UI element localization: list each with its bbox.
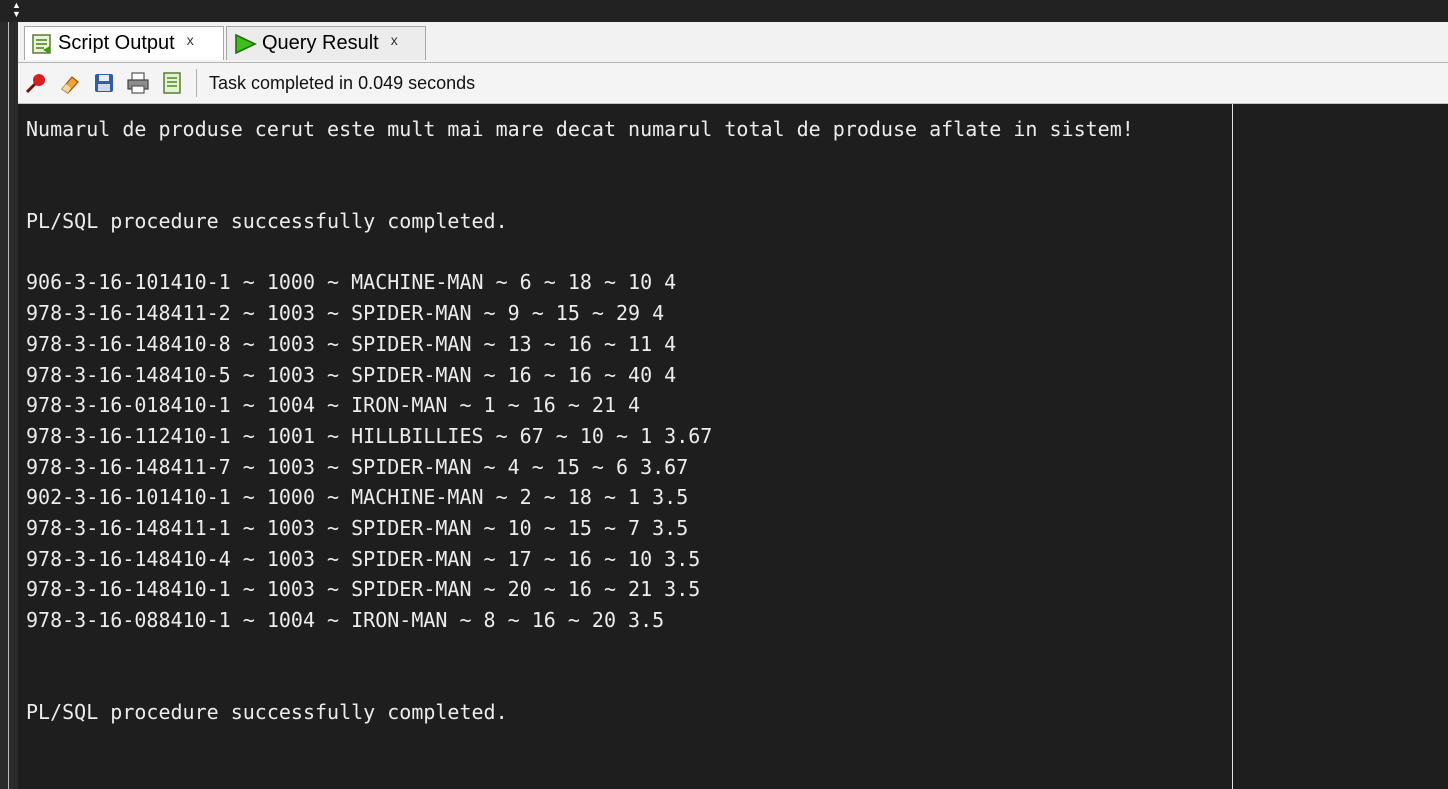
output-line: Numarul de produse cerut este mult mai m… (26, 117, 1134, 141)
close-icon[interactable]: x (187, 33, 194, 47)
output-line: PL/SQL procedure successfully completed. (26, 700, 508, 725)
tab-query-result[interactable]: Query Result x (226, 26, 426, 60)
eraser-icon[interactable] (56, 69, 84, 97)
tab-query-result-label: Query Result (262, 32, 379, 54)
left-gutter (0, 22, 19, 789)
output-line: 978-3-16-112410-1 ~ 1001 ~ HILLBILLIES ~… (26, 423, 713, 448)
toolbar-separator (196, 69, 197, 97)
output-line: 978-3-16-148410-4 ~ 1003 ~ SPIDER-MAN ~ … (26, 546, 701, 571)
output-line: 978-3-16-148410-5 ~ 1003 ~ SPIDER-MAN ~ … (26, 362, 677, 387)
output-line: 978-3-16-088410-1 ~ 1004 ~ IRON-MAN ~ 8 … (26, 608, 665, 632)
output-line: 978-3-16-148411-1 ~ 1003 ~ SPIDER-MAN ~ … (26, 515, 689, 540)
collapse-toggle-icon[interactable]: ▲ ▼ (12, 1, 22, 19)
output-line: 978-3-16-148411-7 ~ 1003 ~ SPIDER-MAN ~ … (26, 454, 689, 479)
run-triangle-icon (233, 33, 257, 55)
output-lines: Numarul de produse cerut este mult mai m… (26, 114, 1134, 728)
script-doc-icon[interactable] (158, 69, 186, 97)
script-output-icon (31, 33, 53, 55)
right-margin-line (1232, 104, 1233, 789)
script-output-area[interactable]: Numarul de produse cerut este mult mai m… (18, 104, 1448, 789)
output-line: 978-3-16-148410-8 ~ 1003 ~ SPIDER-MAN ~ … (26, 331, 677, 356)
output-line: 902-3-16-101410-1 ~ 1000 ~ MACHINE-MAN ~… (26, 485, 689, 510)
tab-script-output[interactable]: Script Output x (24, 26, 224, 60)
output-toolbar: Task completed in 0.049 seconds (18, 63, 1448, 104)
output-line: 978-3-16-018410-1 ~ 1004 ~ IRON-MAN ~ 1 … (26, 393, 641, 418)
output-line: 978-3-16-148410-1 ~ 1003 ~ SPIDER-MAN ~ … (26, 577, 701, 602)
output-line: 978-3-16-148411-2 ~ 1003 ~ SPIDER-MAN ~ … (26, 301, 665, 326)
save-icon[interactable] (90, 69, 118, 97)
output-line: PL/SQL procedure successfully completed. (26, 209, 508, 234)
panel-top-strip: ▲ ▼ (0, 0, 1448, 22)
print-icon[interactable] (124, 69, 152, 97)
tab-script-output-label: Script Output (58, 32, 175, 54)
status-text: Task completed in 0.049 seconds (209, 72, 476, 93)
close-icon[interactable]: x (391, 33, 398, 47)
output-line: 906-3-16-101410-1 ~ 1000 ~ MACHINE-MAN ~… (26, 270, 677, 295)
output-tab-bar: Script Output x Query Result x (18, 22, 1448, 63)
pin-icon[interactable] (22, 69, 50, 97)
